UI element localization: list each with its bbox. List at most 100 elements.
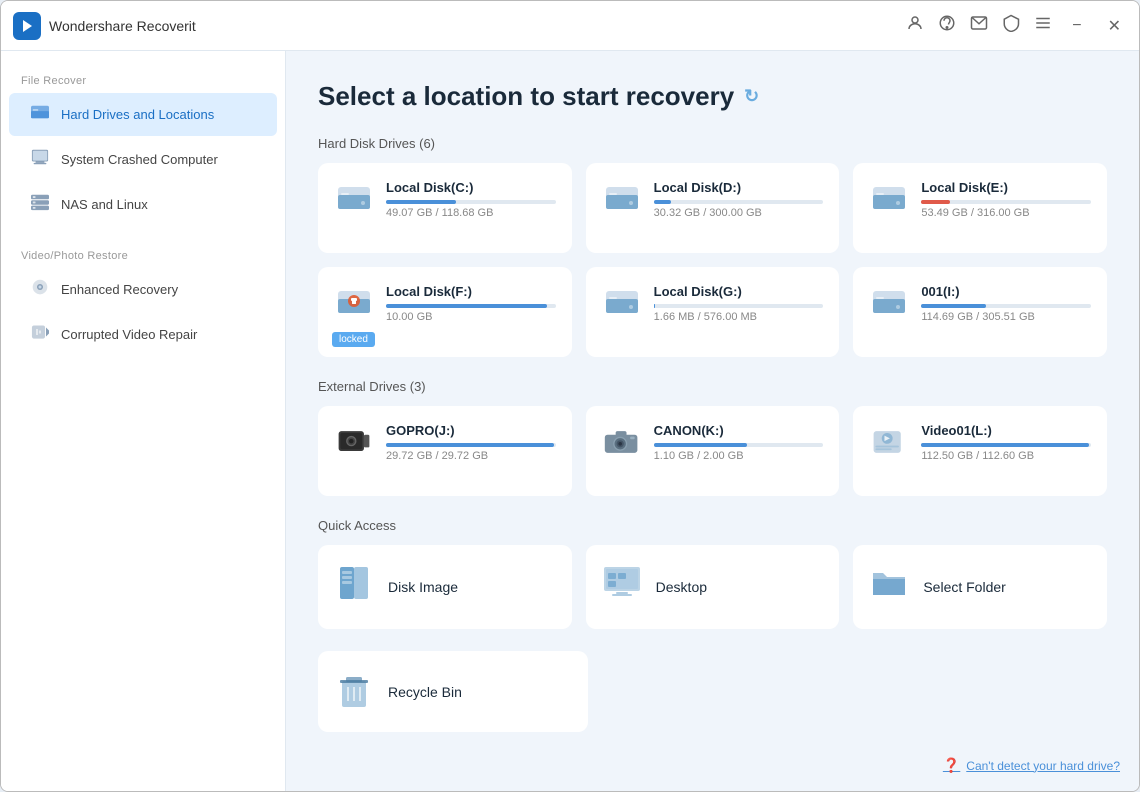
title-bar-actions: − ✕ bbox=[906, 14, 1127, 38]
title-bar: Wondershare Recoverit − ✕ bbox=[1, 1, 1139, 51]
main-layout: File Recover Hard Drives and Locations bbox=[1, 51, 1139, 791]
sidebar-item-system-crashed-label: System Crashed Computer bbox=[61, 152, 218, 167]
drive-i-name: 001(I:) bbox=[921, 284, 1091, 299]
cant-detect-text: Can't detect your hard drive? bbox=[966, 759, 1120, 773]
drive-i-size: 114.69 GB / 305.51 GB bbox=[921, 311, 1091, 323]
gopro-size: 29.72 GB / 29.72 GB bbox=[386, 450, 556, 462]
drive-d-name: Local Disk(D:) bbox=[654, 180, 824, 195]
drive-f-name: Local Disk(F:) bbox=[386, 284, 556, 299]
enhanced-recovery-icon bbox=[29, 278, 51, 301]
external-drives-label: External Drives (3) bbox=[318, 379, 1107, 394]
drive-e-name: Local Disk(E:) bbox=[921, 180, 1091, 195]
sidebar-item-nas[interactable]: NAS and Linux bbox=[9, 183, 277, 226]
locked-badge: locked bbox=[332, 332, 375, 347]
drive-card-i[interactable]: 001(I:) 114.69 GB / 305.51 GB bbox=[853, 267, 1107, 357]
qa-select-folder[interactable]: Select Folder bbox=[853, 545, 1107, 629]
drive-e-icon bbox=[869, 179, 909, 219]
profile-icon[interactable] bbox=[906, 14, 924, 37]
desktop-label: Desktop bbox=[656, 579, 707, 595]
sidebar: File Recover Hard Drives and Locations bbox=[1, 51, 286, 791]
drive-card-g[interactable]: Local Disk(G:) 1.66 MB / 576.00 MB bbox=[586, 267, 840, 357]
video01-icon bbox=[869, 422, 909, 462]
drive-g-info: Local Disk(G:) 1.66 MB / 576.00 MB bbox=[654, 284, 824, 323]
drive-c-info: Local Disk(C:) 49.07 GB / 118.68 GB bbox=[386, 180, 556, 219]
qa-recycle-bin[interactable]: Recycle Bin bbox=[318, 651, 588, 732]
gopro-info: GOPRO(J:) 29.72 GB / 29.72 GB bbox=[386, 423, 556, 462]
page-title-text: Select a location to start recovery bbox=[318, 81, 734, 112]
system-crashed-icon bbox=[29, 148, 51, 171]
drive-g-size: 1.66 MB / 576.00 MB bbox=[654, 311, 824, 323]
sidebar-item-enhanced-label: Enhanced Recovery bbox=[61, 282, 178, 297]
drive-g-name: Local Disk(G:) bbox=[654, 284, 824, 299]
corrupted-video-icon bbox=[29, 323, 51, 346]
drive-card-d[interactable]: Local Disk(D:) 30.32 GB / 300.00 GB bbox=[586, 163, 840, 253]
video01-name: Video01(L:) bbox=[921, 423, 1091, 438]
content-area: Select a location to start recovery ↻ Ha… bbox=[286, 51, 1139, 791]
drive-g-icon bbox=[602, 283, 642, 323]
cant-detect-icon: ❓ bbox=[943, 757, 960, 774]
qa-disk-image[interactable]: Disk Image bbox=[318, 545, 572, 629]
file-recover-label: File Recover bbox=[1, 67, 285, 91]
hard-drive-icon bbox=[29, 103, 51, 126]
sidebar-item-system-crashed[interactable]: System Crashed Computer bbox=[9, 138, 277, 181]
drive-c-size: 49.07 GB / 118.68 GB bbox=[386, 207, 556, 219]
sidebar-item-nas-label: NAS and Linux bbox=[61, 197, 148, 212]
drive-card-f[interactable]: Local Disk(F:) 10.00 GB locked bbox=[318, 267, 572, 357]
disk-image-label: Disk Image bbox=[388, 579, 458, 595]
close-button[interactable]: ✕ bbox=[1102, 14, 1127, 38]
drive-i-icon bbox=[869, 283, 909, 323]
select-folder-icon bbox=[869, 563, 909, 611]
disk-image-icon bbox=[334, 563, 374, 611]
support-icon[interactable] bbox=[938, 14, 956, 37]
drive-c-icon bbox=[334, 179, 374, 219]
drive-card-e[interactable]: Local Disk(E:) 53.49 GB / 316.00 GB bbox=[853, 163, 1107, 253]
sidebar-item-corrupted-label: Corrupted Video Repair bbox=[61, 327, 197, 342]
mail-icon[interactable] bbox=[970, 14, 988, 37]
refresh-icon[interactable]: ↻ bbox=[744, 86, 759, 107]
drive-card-c[interactable]: Local Disk(C:) 49.07 GB / 118.68 GB bbox=[318, 163, 572, 253]
drive-i-info: 001(I:) 114.69 GB / 305.51 GB bbox=[921, 284, 1091, 323]
sidebar-item-enhanced-recovery[interactable]: Enhanced Recovery bbox=[9, 268, 277, 311]
canon-icon bbox=[602, 422, 642, 462]
drive-d-icon bbox=[602, 179, 642, 219]
shield-icon[interactable] bbox=[1002, 14, 1020, 37]
video01-size: 112.50 GB / 112.60 GB bbox=[921, 450, 1091, 462]
menu-icon[interactable] bbox=[1034, 14, 1052, 37]
canon-info: CANON(K:) 1.10 GB / 2.00 GB bbox=[654, 423, 824, 462]
drive-f-icon bbox=[334, 283, 374, 323]
hard-disk-grid: Local Disk(C:) 49.07 GB / 118.68 GB bbox=[318, 163, 1107, 357]
desktop-icon bbox=[602, 563, 642, 611]
drive-f-size: 10.00 GB bbox=[386, 311, 556, 323]
recycle-bin-icon bbox=[334, 669, 374, 714]
drive-card-video01[interactable]: Video01(L:) 112.50 GB / 112.60 GB bbox=[853, 406, 1107, 496]
cant-detect-link[interactable]: ❓ Can't detect your hard drive? bbox=[943, 757, 1120, 774]
external-drives-grid: GOPRO(J:) 29.72 GB / 29.72 GB bbox=[318, 406, 1107, 496]
sidebar-item-hard-drives-label: Hard Drives and Locations bbox=[61, 107, 214, 122]
drive-e-info: Local Disk(E:) 53.49 GB / 316.00 GB bbox=[921, 180, 1091, 219]
drive-d-size: 30.32 GB / 300.00 GB bbox=[654, 207, 824, 219]
nas-icon bbox=[29, 193, 51, 216]
app-window: Wondershare Recoverit − ✕ File Recove bbox=[0, 0, 1140, 792]
app-name: Wondershare Recoverit bbox=[49, 18, 906, 34]
canon-name: CANON(K:) bbox=[654, 423, 824, 438]
page-title-row: Select a location to start recovery ↻ bbox=[318, 81, 1107, 112]
minimize-button[interactable]: − bbox=[1066, 15, 1087, 37]
bottom-row: Recycle Bin bbox=[318, 651, 1107, 732]
video01-info: Video01(L:) 112.50 GB / 112.60 GB bbox=[921, 423, 1091, 462]
sidebar-item-corrupted-video[interactable]: Corrupted Video Repair bbox=[9, 313, 277, 356]
qa-desktop[interactable]: Desktop bbox=[586, 545, 840, 629]
app-logo bbox=[13, 12, 41, 40]
drive-card-canon[interactable]: CANON(K:) 1.10 GB / 2.00 GB bbox=[586, 406, 840, 496]
recycle-bin-label: Recycle Bin bbox=[388, 684, 462, 700]
video-photo-label: Video/Photo Restore bbox=[1, 242, 285, 266]
sidebar-item-hard-drives[interactable]: Hard Drives and Locations bbox=[9, 93, 277, 136]
hard-disk-section-label: Hard Disk Drives (6) bbox=[318, 136, 1107, 151]
drive-d-info: Local Disk(D:) 30.32 GB / 300.00 GB bbox=[654, 180, 824, 219]
gopro-icon bbox=[334, 422, 374, 462]
select-folder-label: Select Folder bbox=[923, 579, 1005, 595]
gopro-name: GOPRO(J:) bbox=[386, 423, 556, 438]
quick-access-label: Quick Access bbox=[318, 518, 1107, 533]
drive-card-gopro[interactable]: GOPRO(J:) 29.72 GB / 29.72 GB bbox=[318, 406, 572, 496]
drive-e-size: 53.49 GB / 316.00 GB bbox=[921, 207, 1091, 219]
quick-access-grid: Disk Image bbox=[318, 545, 1107, 629]
